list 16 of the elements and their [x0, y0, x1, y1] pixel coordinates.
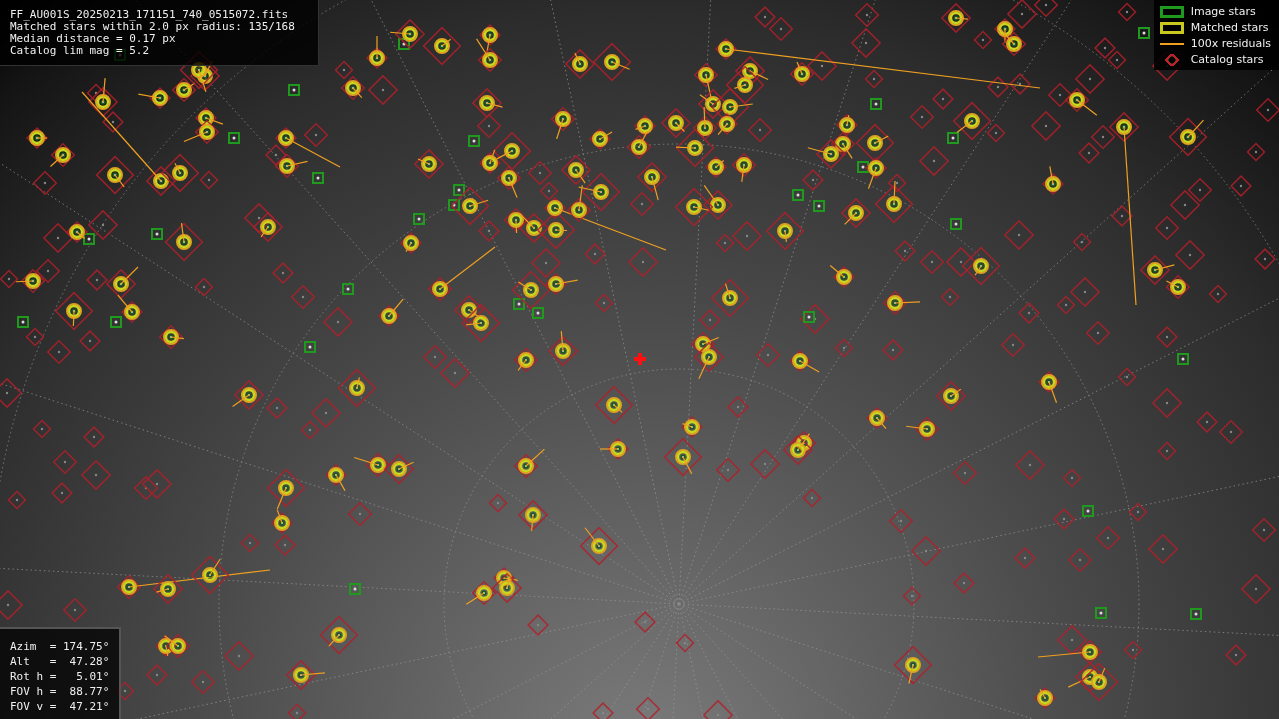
pointing-value: Rot h = 5.01°	[10, 669, 109, 684]
legend-label: Image stars	[1190, 4, 1256, 19]
square-outline-icon	[1159, 5, 1184, 18]
pointing-value: Alt = 47.28°	[10, 654, 109, 669]
pointing-value: Azim = 174.75°	[10, 639, 109, 654]
legend-label: 100x residuals	[1190, 36, 1271, 51]
legend-label: Matched stars	[1190, 20, 1269, 35]
info-line: Matched stars within 2.0 px radius: 135/168	[10, 21, 296, 33]
legend-label: Catalog stars	[1190, 52, 1264, 67]
info-line: Catalog lim mag = 5.2	[10, 45, 151, 57]
pointing-value: FOV v = 47.21°	[10, 699, 109, 714]
info-line: Median distance = 0.17 px	[10, 33, 177, 45]
center-cross-icon	[632, 351, 648, 367]
square-outline-icon	[1159, 21, 1184, 34]
info-line: FF_AU001S_20250213_171151_740_0515072.fits	[10, 9, 290, 21]
pointing-value: FOV h = 88.77°	[10, 684, 109, 699]
